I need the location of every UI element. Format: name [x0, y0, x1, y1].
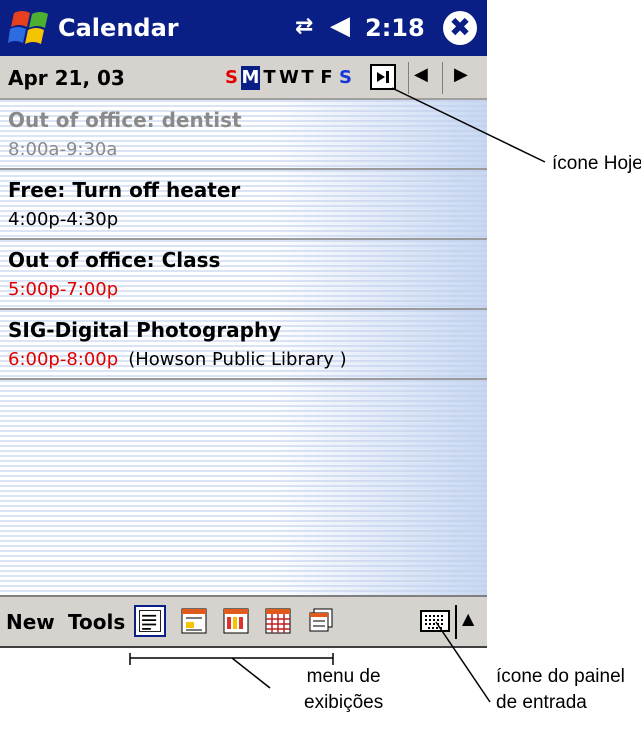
week-strip: S M T W T F S	[222, 66, 355, 90]
divider	[408, 62, 409, 94]
date-bar: Apr 21, 03 S M T W T F S ◀ ▶	[0, 56, 487, 100]
weekday-thursday[interactable]: T	[298, 66, 317, 90]
appointment-title: Free: Turn off heater	[8, 178, 241, 202]
agenda-view-icon[interactable]	[134, 605, 166, 637]
month-view-icon[interactable]	[262, 605, 294, 637]
weekday-saturday[interactable]: S	[336, 66, 355, 90]
appointment-title: Out of office: dentist	[8, 108, 242, 132]
day-view-icon[interactable]	[178, 605, 210, 637]
app-title: Calendar	[58, 14, 179, 42]
appointment-item[interactable]: SIG-Digital Photography 6:00p-8:00p (Hows…	[0, 310, 487, 380]
menu-bar: New Tools ▲	[0, 595, 487, 648]
today-icon[interactable]	[370, 64, 396, 90]
start-menu-icon[interactable]	[8, 7, 54, 49]
appointment-title: SIG-Digital Photography	[8, 318, 282, 342]
callout-bracket-views	[129, 653, 334, 665]
divider	[442, 62, 443, 94]
callout-views-line1: menu de	[306, 666, 381, 687]
empty-list-area[interactable]	[0, 380, 487, 595]
appointment-item[interactable]: Free: Turn off heater 4:00p-4:30p	[0, 170, 487, 240]
year-view-icon[interactable]	[304, 605, 336, 637]
agenda-list: Out of office: dentist 8:00a-9:30a Free:…	[0, 100, 487, 595]
appointment-time: 8:00a-9:30a	[8, 139, 118, 160]
appointment-title: Out of office: Class	[8, 248, 221, 272]
weekday-wednesday[interactable]: W	[279, 66, 299, 90]
tools-menu[interactable]: Tools	[68, 610, 125, 634]
weekday-tuesday[interactable]: T	[260, 66, 279, 90]
callout-input-label: ícone do painel de entrada	[496, 664, 625, 716]
appointment-item[interactable]: Out of office: Class 5:00p-7:00p	[0, 240, 487, 310]
appointment-item[interactable]: Out of office: dentist 8:00a-9:30a	[0, 100, 487, 170]
appointment-time: 5:00p-7:00p	[8, 279, 119, 300]
callout-views-line2: exibições	[304, 692, 384, 713]
callout-line-views	[231, 657, 271, 689]
keyboard-icon[interactable]	[420, 610, 450, 632]
new-menu[interactable]: New	[6, 610, 55, 634]
week-view-icon[interactable]	[220, 605, 252, 637]
divider	[455, 605, 457, 639]
callout-views-label: menu de exibições	[304, 664, 383, 716]
weekday-monday[interactable]: M	[241, 66, 260, 90]
next-week-button[interactable]: ▶	[454, 64, 468, 85]
appointment-time: 6:00p-8:00p	[8, 349, 119, 370]
weekday-sunday[interactable]: S	[222, 66, 241, 90]
connectivity-icon[interactable]: ⇄	[295, 14, 313, 39]
appointment-time-row: 6:00p-8:00p (Howson Public Library )	[8, 349, 347, 370]
title-bar: Calendar ⇄ ◀ 2:18 ✖	[0, 0, 487, 56]
pocket-pc-screen: Calendar ⇄ ◀ 2:18 ✖ Apr 21, 03 S M T W T…	[0, 0, 487, 648]
previous-week-button[interactable]: ◀	[414, 64, 428, 85]
current-date[interactable]: Apr 21, 03	[8, 66, 125, 90]
input-panel-arrow-icon[interactable]: ▲	[462, 609, 474, 628]
weekday-friday[interactable]: F	[317, 66, 336, 90]
callout-today-label: ícone Hoje	[552, 153, 641, 174]
callout-input-line2: de entrada	[496, 692, 587, 713]
callout-input-line1: ícone do painel	[496, 666, 625, 687]
speaker-icon[interactable]: ◀	[330, 11, 350, 41]
close-button[interactable]: ✖	[443, 11, 477, 45]
clock[interactable]: 2:18	[365, 14, 425, 42]
appointment-time: 4:00p-4:30p	[8, 209, 119, 230]
appointment-location: (Howson Public Library )	[128, 349, 347, 370]
